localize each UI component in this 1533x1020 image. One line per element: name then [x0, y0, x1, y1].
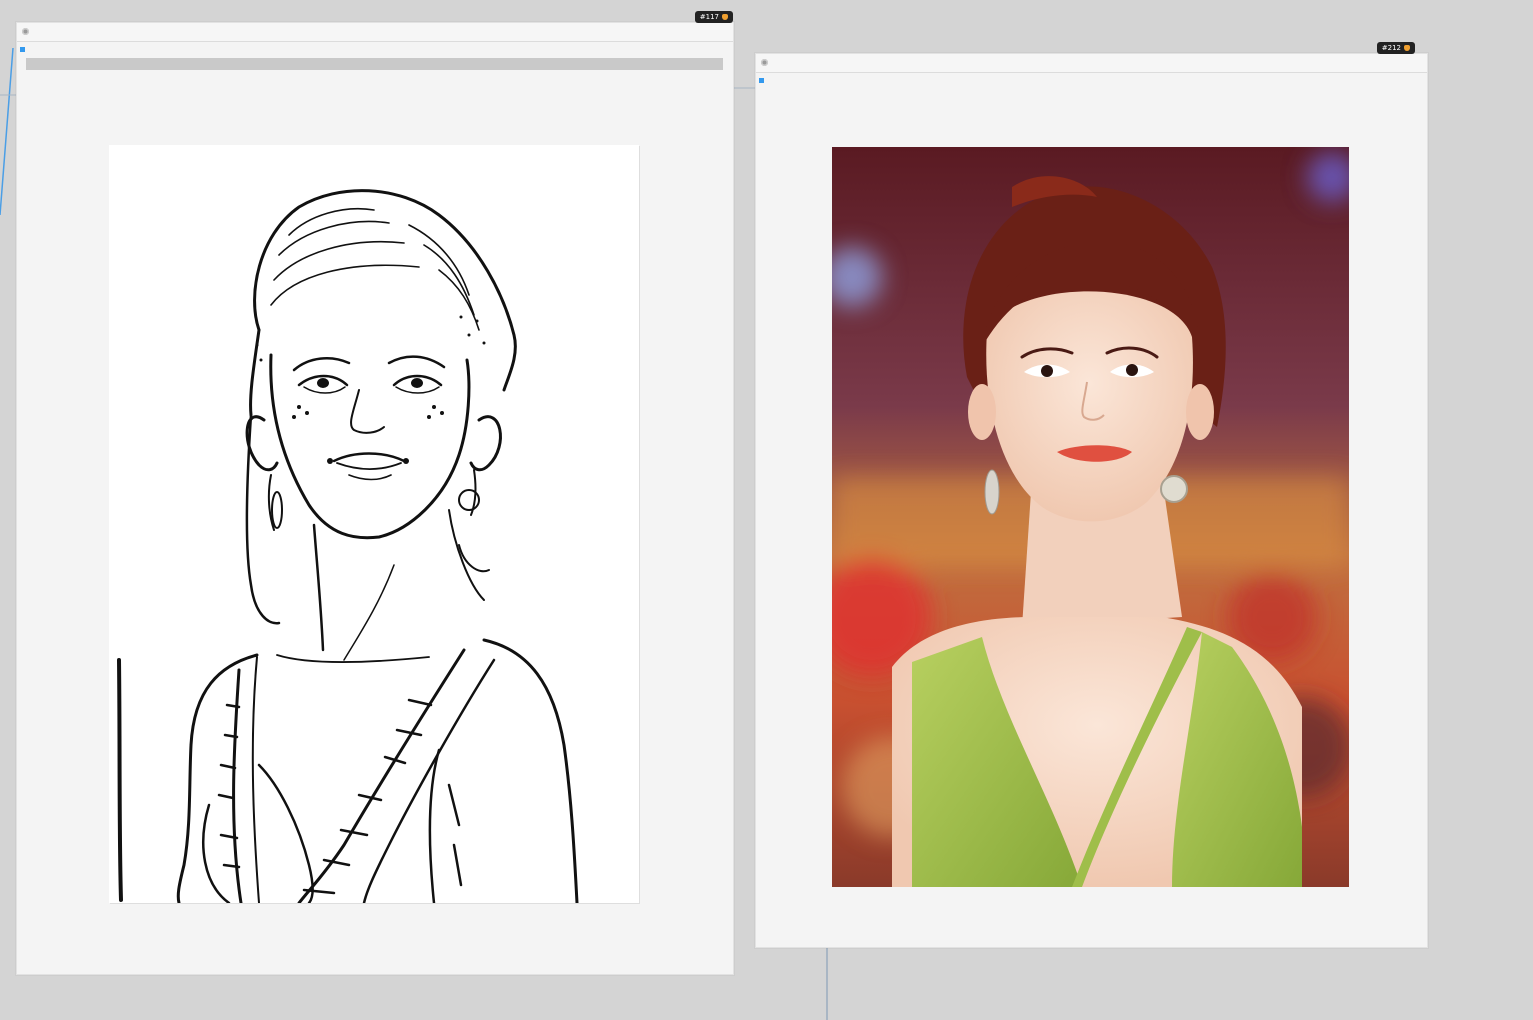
node-id-badge: #212: [1376, 42, 1415, 54]
collapse-toggle-icon[interactable]: [22, 28, 29, 35]
wire-left: [0, 47, 14, 216]
preview-node-212[interactable]: #212: [755, 42, 1428, 948]
preview-node-117[interactable]: #117: [16, 11, 734, 975]
photo-image: [832, 147, 1349, 887]
fox-icon: [722, 14, 728, 20]
lineart-sketch-image: [109, 145, 639, 903]
collapse-toggle-icon[interactable]: [761, 59, 768, 66]
progress-bar: [26, 58, 723, 70]
fox-icon: [1404, 45, 1410, 51]
node-header[interactable]: [756, 54, 1427, 73]
node-header[interactable]: [17, 23, 733, 42]
input-slot[interactable]: [20, 47, 25, 52]
input-slot[interactable]: [759, 78, 764, 83]
progress-fill: [26, 58, 723, 70]
node-id-badge: #117: [694, 11, 733, 23]
node-id-label: #212: [1381, 44, 1401, 52]
node-id-label: #117: [699, 13, 719, 21]
